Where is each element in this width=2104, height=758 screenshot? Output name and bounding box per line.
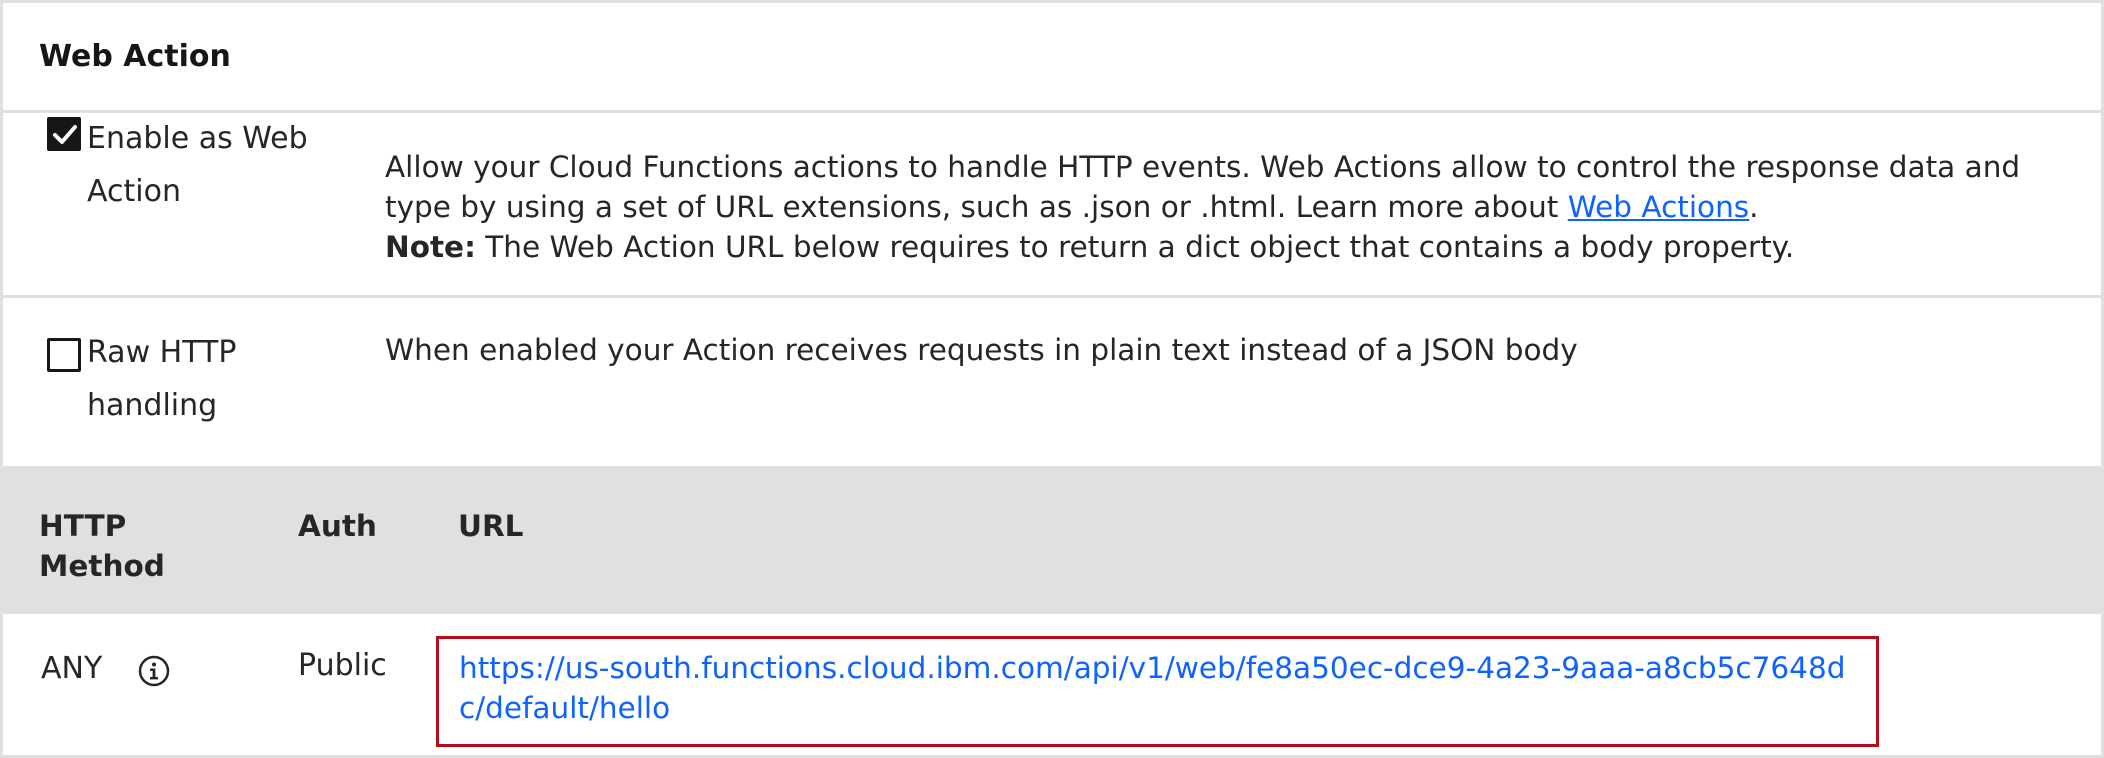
table-row: ANY Public https://us-south.functions.cl… bbox=[3, 614, 2101, 755]
description-end: . bbox=[1749, 190, 1759, 224]
url-highlight-box: https://us-south.functions.cloud.ibm.com… bbox=[436, 636, 1879, 747]
web-action-panel: Web Action Enable as Web Action Allow yo… bbox=[0, 0, 2104, 758]
info-icon[interactable] bbox=[137, 654, 171, 688]
note-label: Note: bbox=[385, 230, 476, 264]
option-enable-web-action: Enable as Web Action Allow your Cloud Fu… bbox=[3, 113, 2101, 298]
description-text: Allow your Cloud Functions actions to ha… bbox=[385, 150, 2021, 224]
web-action-url-link[interactable]: https://us-south.functions.cloud.ibm.com… bbox=[459, 648, 1869, 728]
checkmark-icon bbox=[53, 125, 77, 144]
note-text: The Web Action URL below requires to ret… bbox=[475, 230, 1795, 264]
enable-web-action-label[interactable]: Enable as Web Action bbox=[87, 112, 327, 218]
option-raw-http: Raw HTTP handling When enabled your Acti… bbox=[3, 298, 2101, 466]
section-header: Web Action bbox=[3, 3, 2101, 113]
web-action-page: Web Action Enable as Web Action Allow yo… bbox=[0, 0, 2104, 758]
raw-http-description: When enabled your Action receives reques… bbox=[385, 333, 1578, 367]
web-actions-link[interactable]: Web Actions bbox=[1568, 190, 1749, 224]
enable-web-action-description: Allow your Cloud Functions actions to ha… bbox=[385, 147, 2075, 267]
enable-web-action-checkbox[interactable] bbox=[47, 117, 81, 151]
table-header: HTTP Method Auth URL bbox=[3, 466, 2101, 614]
cell-http-method: ANY bbox=[41, 651, 103, 686]
section-title: Web Action bbox=[39, 39, 231, 74]
header-auth: Auth bbox=[298, 509, 377, 543]
header-url: URL bbox=[458, 509, 524, 543]
cell-auth: Public bbox=[298, 648, 387, 683]
raw-http-label[interactable]: Raw HTTP handling bbox=[87, 326, 327, 432]
raw-http-checkbox[interactable] bbox=[47, 338, 81, 372]
header-http-method: HTTP Method bbox=[39, 509, 165, 583]
